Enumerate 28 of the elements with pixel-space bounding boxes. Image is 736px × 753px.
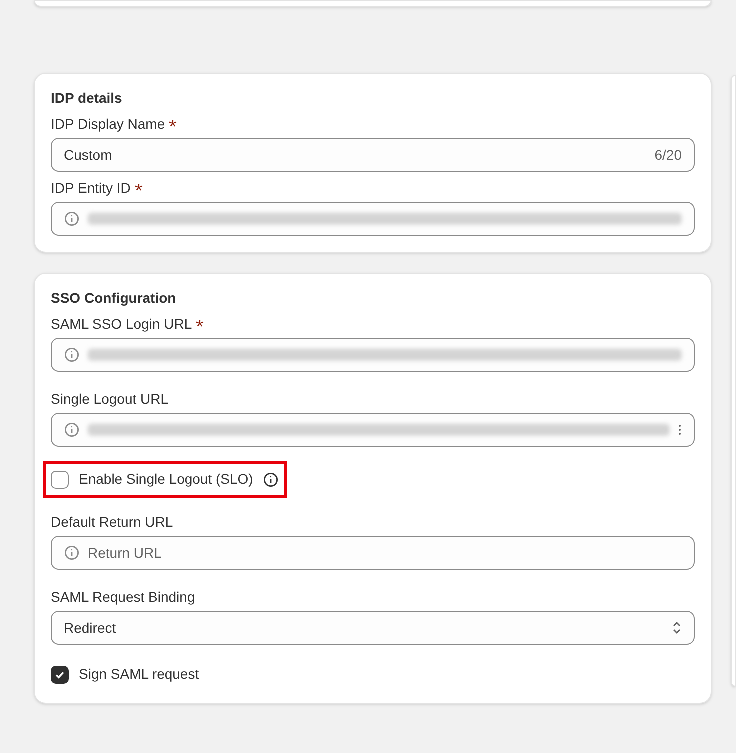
return-url-input[interactable]: Return URL: [88, 542, 682, 564]
info-icon: [64, 545, 80, 561]
checkbox[interactable]: [51, 666, 69, 684]
field-label: Default Return URL: [51, 513, 174, 532]
section-title: SSO Configuration: [51, 289, 178, 308]
section-title: IDP details: [51, 89, 124, 108]
url-field[interactable]: [51, 338, 695, 372]
return-url-field[interactable]: Return URL: [51, 536, 695, 570]
checkbox-label: Enable Single Logout (SLO): [79, 470, 254, 489]
field-label: Single Logout URL: [51, 390, 169, 409]
info-icon: [64, 211, 80, 227]
info-icon: [64, 422, 80, 438]
field-value: Custom: [64, 146, 112, 164]
character-count: 6/20: [654, 146, 682, 164]
checkbox[interactable]: [51, 470, 69, 488]
field-label: SAML SSO Login URL: [51, 315, 192, 334]
more-icon: [678, 423, 682, 437]
url-field[interactable]: [51, 202, 695, 236]
checkbox-label: Sign SAML request: [79, 665, 200, 684]
select-value: Redirect: [64, 618, 116, 638]
chevron-up-down-icon: [672, 620, 682, 636]
select-field[interactable]: Redirect: [51, 611, 695, 645]
info-icon: [64, 347, 80, 363]
field-label: SAML Request Binding: [51, 588, 196, 607]
text-field[interactable]: Custom 6/20: [51, 138, 695, 172]
url-field[interactable]: [51, 413, 695, 447]
field-label: IDP Entity ID: [51, 179, 131, 198]
field-label: IDP Display Name: [51, 115, 166, 134]
